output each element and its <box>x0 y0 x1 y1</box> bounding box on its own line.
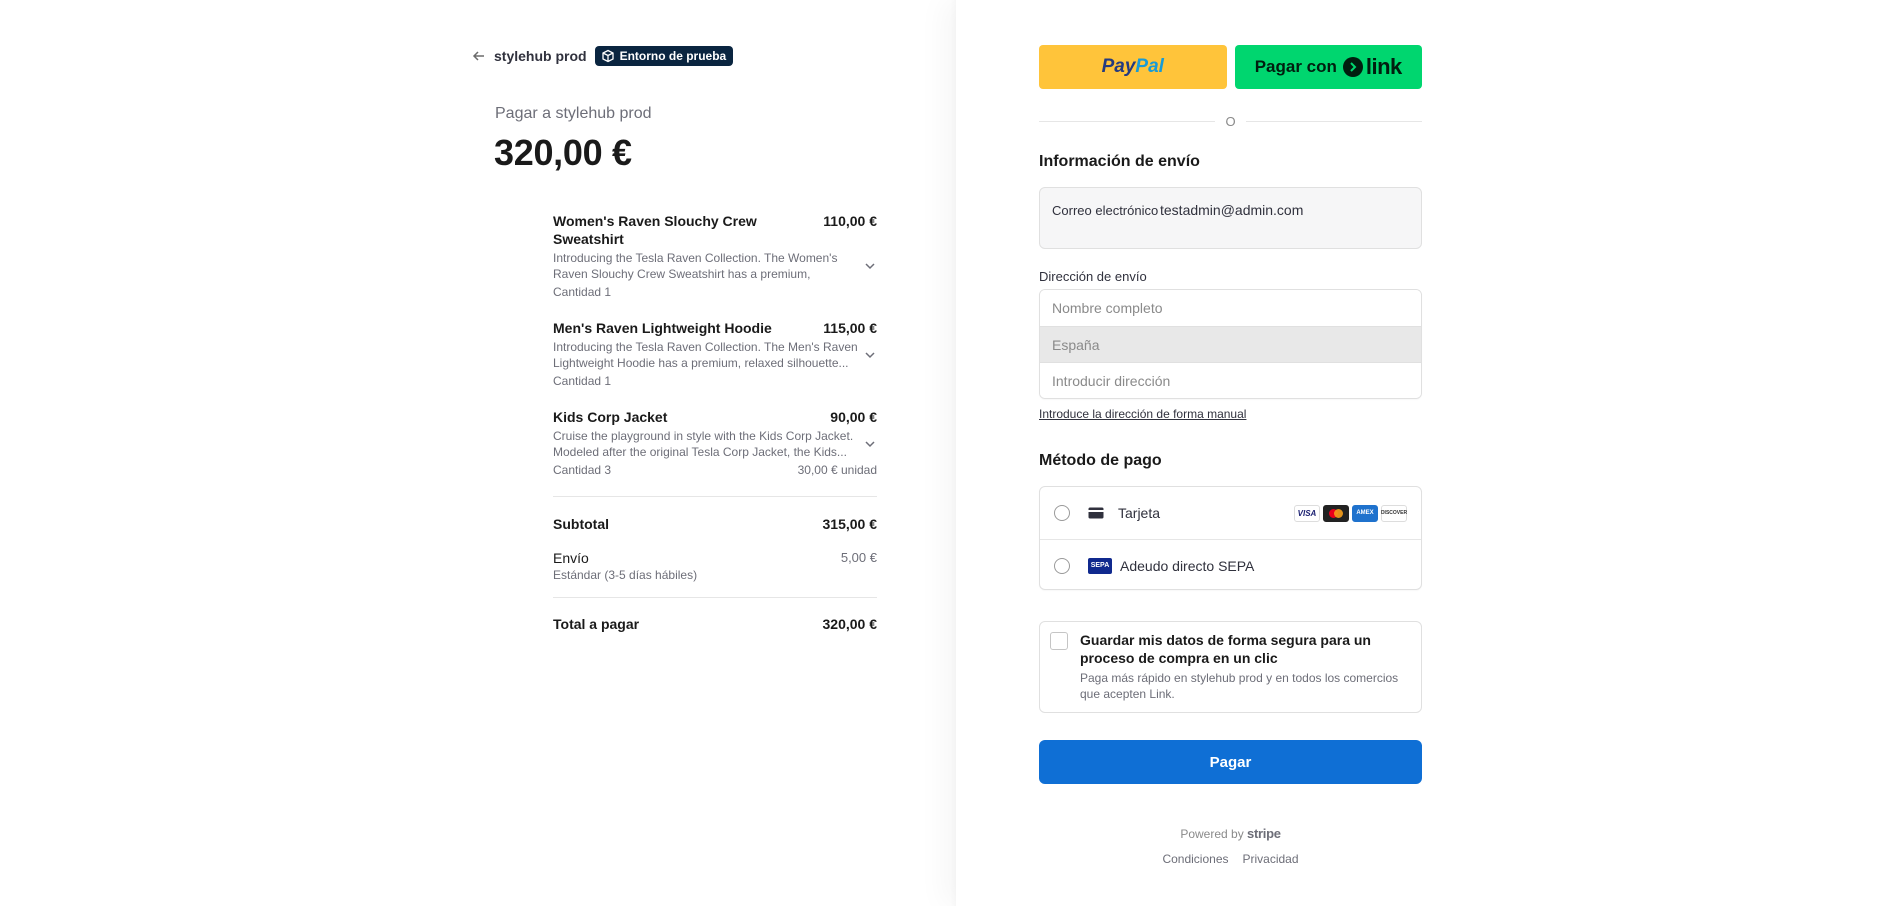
pay-to-label: Pagar a stylehub prod <box>495 105 652 122</box>
privacy-link[interactable]: Privacidad <box>1243 852 1299 866</box>
line-item: Men's Raven Lightweight Hoodie 115,00 € … <box>553 319 877 388</box>
save-info-subtitle: Paga más rápido en stylehub prod y en to… <box>1080 671 1399 701</box>
or-text: O <box>1225 114 1236 129</box>
chevron-down-icon[interactable] <box>863 437 877 451</box>
merchant-name[interactable]: stylehub prod <box>494 48 587 64</box>
address-input[interactable] <box>1040 363 1421 398</box>
card-brands: VISA AMEX DISCOVER <box>1294 504 1407 522</box>
subtotal-row: Subtotal 315,00 € <box>553 516 877 532</box>
link-logo: link <box>1342 54 1402 80</box>
line-item: Kids Corp Jacket 90,00 € Cruise the play… <box>553 408 877 477</box>
item-name: Kids Corp Jacket <box>553 409 668 425</box>
item-quantity: Cantidad 3 <box>553 463 612 477</box>
item-description: Introducing the Tesla Raven Collection. … <box>553 340 858 370</box>
full-name-input[interactable] <box>1040 290 1421 326</box>
link-arrow-icon <box>1342 57 1363 77</box>
payment-methods: Tarjeta VISA AMEX DISCOVER SEPA Adeudo d… <box>1039 486 1422 590</box>
arrow-left-icon[interactable] <box>472 49 486 63</box>
sepa-icon: SEPA <box>1088 557 1112 574</box>
chevron-down-icon[interactable] <box>863 348 877 362</box>
total-label: Total a pagar <box>553 616 640 632</box>
sepa-label: Adeudo directo SEPA <box>1120 557 1255 574</box>
item-quantity: Cantidad 1 <box>553 374 612 388</box>
express-checkout: PayPal Pagar con link <box>1039 45 1422 89</box>
box-icon <box>601 49 614 63</box>
link-button-label: Pagar con <box>1254 57 1337 76</box>
payment-option-sepa[interactable]: SEPA Adeudo directo SEPA <box>1040 539 1421 591</box>
shipping-label: Envío <box>553 550 589 566</box>
subtotal-value: 315,00 € <box>822 516 878 532</box>
subtotal-label: Subtotal <box>553 516 609 532</box>
payment-option-card[interactable]: Tarjeta VISA AMEX DISCOVER <box>1040 487 1421 539</box>
total-value: 320,00 € <box>822 616 878 632</box>
or-divider: O <box>1039 114 1422 129</box>
shipping-value: 5,00 € <box>840 550 877 565</box>
link-pay-button[interactable]: Pagar con link <box>1234 45 1422 89</box>
item-price: 110,00 € <box>823 213 877 229</box>
card-label: Tarjeta <box>1118 505 1161 521</box>
item-description: Cruise the playground in style with the … <box>553 429 854 459</box>
totals-section: Subtotal 315,00 € Envío Estándar (3-5 dí… <box>553 496 877 582</box>
powered-by-stripe[interactable]: Powered by stripe <box>1039 826 1422 841</box>
pay-button[interactable]: Pagar <box>1039 740 1422 784</box>
merchant-header: stylehub prod Entorno de prueba <box>472 45 734 67</box>
email-field[interactable]: Correo electrónico testadmin@admin.com <box>1039 187 1422 249</box>
item-unit-price: 30,00 € unidad <box>797 463 877 477</box>
line-items: Women's Raven Slouchy Crew Sweatshirt 11… <box>553 212 877 497</box>
mastercard-icon <box>1323 504 1349 522</box>
item-quantity: Cantidad 1 <box>553 285 612 299</box>
chevron-down-icon[interactable] <box>863 259 877 273</box>
amex-icon: AMEX <box>1352 504 1378 522</box>
item-description: Introducing the Tesla Raven Collection. … <box>553 251 838 281</box>
discover-icon: DISCOVER <box>1381 504 1407 522</box>
email-value: testadmin@admin.com <box>1160 202 1304 218</box>
total-amount: 320,00 € <box>494 132 632 173</box>
paypal-button[interactable]: PayPal <box>1039 45 1227 89</box>
payment-method-title: Método de pago <box>1039 452 1162 469</box>
item-name: Women's Raven Slouchy Crew Sweatshirt <box>553 213 757 247</box>
shipping-address-group: España <box>1039 289 1422 399</box>
shipping-address-label: Dirección de envío <box>1039 269 1147 284</box>
email-label: Correo electrónico <box>1052 203 1159 218</box>
test-badge-label: Entorno de prueba <box>619 49 727 63</box>
item-price: 115,00 € <box>823 320 877 336</box>
shipping-row: Envío Estándar (3-5 días hábiles) 5,00 € <box>553 550 877 582</box>
save-info-checkbox[interactable] <box>1050 632 1068 650</box>
total-row: Total a pagar 320,00 € <box>553 597 877 632</box>
sepa-radio[interactable] <box>1054 557 1070 574</box>
link-save-option: Guardar mis datos de forma segura para u… <box>1039 621 1422 713</box>
card-radio[interactable] <box>1054 505 1070 521</box>
paypal-logo: PayPal <box>1101 56 1164 77</box>
credit-card-icon <box>1088 507 1104 519</box>
item-name: Men's Raven Lightweight Hoodie <box>553 320 772 336</box>
test-mode-badge: Entorno de prueba <box>594 46 734 66</box>
order-summary-pane: stylehub prod Entorno de prueba Pagar a … <box>0 0 956 906</box>
save-info-title: Guardar mis datos de forma segura para u… <box>1080 632 1371 666</box>
shipping-info-title: Información de envío <box>1039 153 1200 170</box>
visa-icon: VISA <box>1294 504 1320 522</box>
terms-link[interactable]: Condiciones <box>1162 852 1228 866</box>
footer-links: Condiciones Privacidad <box>1039 852 1422 866</box>
line-item: Women's Raven Slouchy Crew Sweatshirt 11… <box>553 212 877 299</box>
shipping-method: Estándar (3-5 días hábiles) <box>553 568 698 582</box>
powered-by-label: Powered by <box>1180 827 1244 841</box>
stripe-logo: stripe <box>1247 826 1281 841</box>
item-price: 90,00 € <box>830 409 877 425</box>
manual-address-link[interactable]: Introduce la dirección de forma manual <box>1039 407 1246 421</box>
country-select[interactable]: España <box>1040 326 1421 363</box>
